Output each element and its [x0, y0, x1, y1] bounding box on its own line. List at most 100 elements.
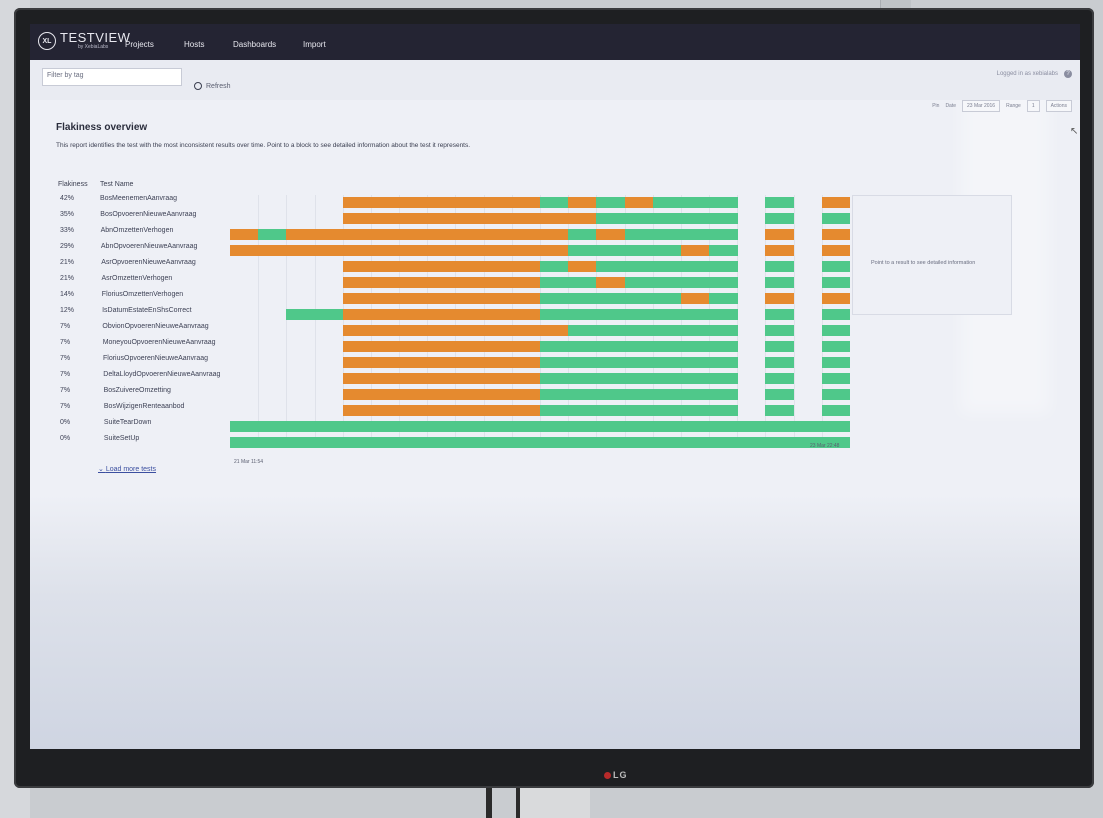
load-more-link[interactable]: ⌄ Load more tests [98, 465, 156, 473]
result-block-fail[interactable] [286, 229, 316, 240]
result-block-pass[interactable] [709, 437, 738, 448]
result-block-pass[interactable] [540, 437, 569, 448]
result-block-pass[interactable] [624, 325, 654, 336]
date-select[interactable]: 23 Mar 2016 [962, 100, 1001, 112]
tag-filter-input[interactable]: Filter by tag [42, 68, 182, 86]
result-block-pass[interactable] [737, 421, 766, 432]
result-block-pass[interactable] [652, 309, 682, 320]
result-block-fail[interactable] [370, 373, 400, 384]
result-block-fail[interactable] [399, 213, 428, 224]
test-name[interactable]: AbnOpvoerenNieuweAanvraag [101, 243, 198, 250]
result-block-pass[interactable] [568, 357, 597, 368]
result-block-pass[interactable] [624, 421, 654, 432]
result-block-fail[interactable] [342, 277, 372, 288]
result-block-pass[interactable] [540, 373, 569, 384]
result-block-fail[interactable] [342, 357, 372, 368]
result-block-fail[interactable] [342, 405, 372, 416]
result-block-pass[interactable] [709, 405, 738, 416]
result-block-pass[interactable] [624, 437, 654, 448]
result-block-fail[interactable] [511, 245, 541, 256]
result-block-fail[interactable] [596, 277, 626, 288]
result-block-fail[interactable] [370, 389, 400, 400]
result-block-pass[interactable] [258, 421, 287, 432]
result-block-pass[interactable] [624, 405, 654, 416]
result-block-pass[interactable] [568, 421, 597, 432]
result-block-fail[interactable] [568, 213, 597, 224]
result-block-fail[interactable] [399, 261, 428, 272]
result-block-fail[interactable] [540, 213, 569, 224]
result-block-fail[interactable] [455, 309, 485, 320]
test-name[interactable]: AsrOpvoerenNieuweAanvraag [101, 259, 196, 266]
result-block-fail[interactable] [483, 405, 513, 416]
result-block-pass[interactable] [709, 421, 738, 432]
result-block-fail[interactable] [258, 245, 287, 256]
result-block-pass[interactable] [230, 421, 259, 432]
result-block-pass[interactable] [709, 277, 738, 288]
result-block-fail[interactable] [455, 213, 485, 224]
result-block-pass[interactable] [596, 341, 626, 352]
result-block-fail[interactable] [596, 229, 626, 240]
result-block-fail[interactable] [511, 277, 541, 288]
result-block-fail[interactable] [427, 389, 456, 400]
result-block-pass[interactable] [821, 389, 851, 400]
nav-import[interactable]: Import [303, 40, 326, 49]
result-block-pass[interactable] [624, 229, 654, 240]
result-block-fail[interactable] [342, 373, 372, 384]
nav-dashboards[interactable]: Dashboards [233, 40, 276, 49]
result-block-pass[interactable] [821, 421, 851, 432]
result-block-pass[interactable] [596, 325, 626, 336]
result-block-pass[interactable] [765, 277, 795, 288]
result-block-fail[interactable] [342, 197, 372, 208]
result-block-pass[interactable] [652, 357, 682, 368]
result-block-pass[interactable] [821, 357, 851, 368]
result-block-fail[interactable] [370, 357, 400, 368]
result-block-fail[interactable] [370, 309, 400, 320]
result-block-pass[interactable] [821, 341, 851, 352]
result-block-pass[interactable] [652, 277, 682, 288]
result-block-pass[interactable] [596, 389, 626, 400]
result-block-pass[interactable] [821, 405, 851, 416]
test-name[interactable]: AsrOmzettenVerhogen [102, 275, 173, 282]
test-name[interactable]: SuiteTearDown [104, 419, 151, 426]
result-block-pass[interactable] [652, 325, 682, 336]
nav-hosts[interactable]: Hosts [184, 40, 204, 49]
result-block-fail[interactable] [230, 245, 259, 256]
result-block-pass[interactable] [568, 341, 597, 352]
result-block-fail[interactable] [427, 277, 456, 288]
result-block-fail[interactable] [680, 245, 710, 256]
result-block-fail[interactable] [511, 229, 541, 240]
result-block-pass[interactable] [652, 373, 682, 384]
result-block-fail[interactable] [765, 229, 795, 240]
result-block-fail[interactable] [483, 197, 513, 208]
result-block-pass[interactable] [765, 261, 795, 272]
result-block-fail[interactable] [342, 245, 372, 256]
result-block-pass[interactable] [540, 389, 569, 400]
test-name[interactable]: ObvionOpvoerenNieuweAanvraag [102, 323, 208, 330]
result-block-pass[interactable] [652, 213, 682, 224]
result-block-fail[interactable] [483, 261, 513, 272]
result-block-pass[interactable] [314, 421, 344, 432]
result-block-pass[interactable] [596, 197, 626, 208]
result-block-pass[interactable] [624, 293, 654, 304]
result-block-pass[interactable] [680, 197, 710, 208]
result-block-pass[interactable] [540, 197, 569, 208]
result-block-pass[interactable] [680, 405, 710, 416]
result-block-fail[interactable] [370, 197, 400, 208]
result-block-fail[interactable] [342, 213, 372, 224]
result-block-fail[interactable] [342, 389, 372, 400]
result-block-pass[interactable] [680, 357, 710, 368]
result-block-fail[interactable] [230, 229, 259, 240]
result-block-pass[interactable] [596, 245, 626, 256]
result-block-pass[interactable] [370, 421, 400, 432]
result-block-pass[interactable] [596, 309, 626, 320]
result-block-fail[interactable] [455, 277, 485, 288]
result-block-fail[interactable] [399, 245, 428, 256]
result-block-fail[interactable] [370, 341, 400, 352]
test-name[interactable]: FloriusOmzettenVerhogen [102, 291, 183, 298]
result-block-pass[interactable] [652, 197, 682, 208]
result-block-pass[interactable] [596, 373, 626, 384]
pin-button[interactable]: Pin [932, 103, 939, 109]
brand-logo[interactable]: XL TESTVIEW by XebiaLabs [38, 31, 130, 50]
result-block-pass[interactable] [568, 373, 597, 384]
result-block-pass[interactable] [568, 293, 597, 304]
